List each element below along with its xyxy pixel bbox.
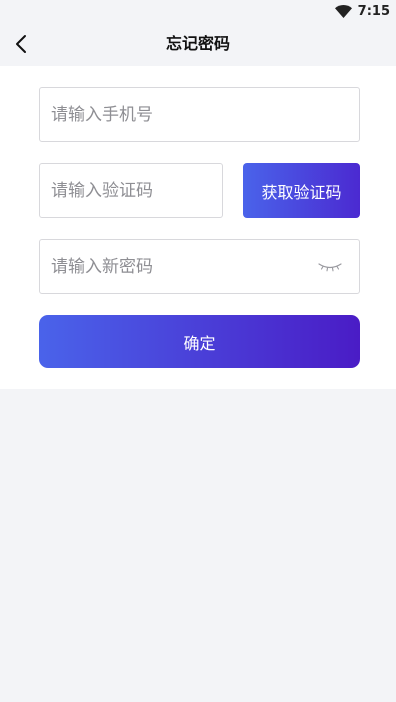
status-indicators: 7:15 (334, 1, 390, 21)
phone-field-box (39, 87, 360, 142)
new-password-input[interactable] (40, 240, 359, 293)
get-code-button[interactable]: 获取验证码 (243, 163, 360, 218)
password-field-box (39, 239, 360, 294)
header: 忘记密码 (0, 22, 396, 66)
phone-input[interactable] (40, 88, 359, 141)
page-title: 忘记密码 (165, 34, 230, 53)
verification-code-input[interactable] (40, 164, 222, 217)
status-time: 7:15 (357, 3, 390, 19)
back-button[interactable] (6, 28, 36, 60)
code-field-box (39, 163, 223, 218)
wifi-icon (334, 4, 352, 18)
eye-closed-icon (318, 263, 342, 272)
status-bar: 7:15 (0, 0, 396, 22)
forgot-password-form: 获取验证码 确定 (0, 66, 396, 389)
password-visibility-toggle[interactable] (315, 256, 345, 278)
chevron-left-icon (16, 35, 26, 53)
confirm-button[interactable]: 确定 (39, 315, 360, 368)
